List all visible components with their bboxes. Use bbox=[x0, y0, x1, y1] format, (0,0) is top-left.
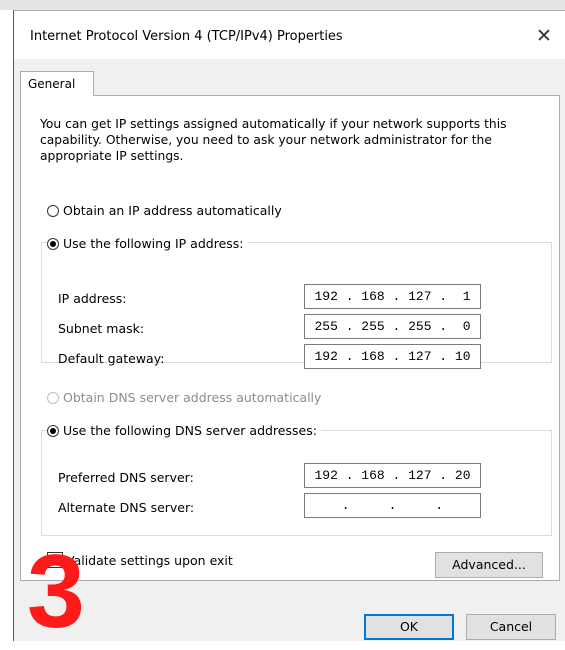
step-number-overlay: 3 bbox=[27, 534, 85, 650]
dns-server-group: Preferred DNS server: 192 . 168 . 127 . … bbox=[41, 430, 552, 536]
use-following-ip-label: Use the following IP address: bbox=[63, 236, 244, 251]
title-bar[interactable]: Internet Protocol Version 4 (TCP/IPv4) P… bbox=[14, 11, 565, 59]
default-gateway-label: Default gateway: bbox=[58, 351, 165, 366]
preferred-dns-field[interactable]: 192 . 168 . 127 . 20 bbox=[304, 463, 481, 488]
general-tab-panel: You can get IP settings assigned automat… bbox=[20, 95, 560, 581]
validate-settings-label: Validate settings upon exit bbox=[66, 552, 233, 568]
properties-dialog: Internet Protocol Version 4 (TCP/IPv4) P… bbox=[13, 10, 565, 641]
cancel-button[interactable]: Cancel bbox=[466, 614, 556, 640]
background-strip bbox=[0, 0, 565, 10]
close-icon[interactable]: ✕ bbox=[531, 21, 557, 51]
obtain-ip-auto-radio[interactable]: Obtain an IP address automatically bbox=[47, 203, 282, 218]
advanced-button[interactable]: Advanced... bbox=[435, 552, 543, 578]
alternate-dns-label: Alternate DNS server: bbox=[58, 500, 195, 515]
use-following-dns-label: Use the following DNS server addresses: bbox=[63, 423, 317, 438]
alternate-dns-field[interactable]: . . . bbox=[304, 493, 481, 518]
subnet-mask-label: Subnet mask: bbox=[58, 321, 145, 336]
ip-address-field[interactable]: 192 . 168 . 127 . 1 bbox=[304, 284, 481, 309]
preferred-dns-label: Preferred DNS server: bbox=[58, 470, 194, 485]
use-following-ip-radio[interactable]: Use the following IP address: bbox=[47, 236, 248, 251]
dialog-client-area: General You can get IP settings assigned… bbox=[14, 59, 565, 641]
window-title: Internet Protocol Version 4 (TCP/IPv4) P… bbox=[30, 29, 343, 44]
tab-general[interactable]: General bbox=[20, 71, 94, 96]
obtain-dns-auto-radio[interactable]: Obtain DNS server address automatically bbox=[47, 390, 321, 405]
ip-address-group: IP address: 192 . 168 . 127 . 1 Subnet m… bbox=[41, 242, 552, 369]
description-text: You can get IP settings assigned automat… bbox=[40, 117, 507, 163]
radio-circle-selected bbox=[47, 424, 59, 437]
ip-address-label: IP address: bbox=[58, 291, 127, 306]
use-following-dns-radio[interactable]: Use the following DNS server addresses: bbox=[47, 423, 321, 438]
radio-circle bbox=[47, 391, 59, 404]
obtain-ip-auto-label: Obtain an IP address automatically bbox=[63, 203, 282, 218]
radio-circle-selected bbox=[47, 237, 59, 250]
obtain-dns-auto-label: Obtain DNS server address automatically bbox=[63, 390, 322, 405]
ok-button[interactable]: OK bbox=[364, 614, 454, 640]
radio-circle bbox=[47, 204, 59, 217]
subnet-mask-field[interactable]: 255 . 255 . 255 . 0 bbox=[304, 314, 481, 339]
default-gateway-field[interactable]: 192 . 168 . 127 . 10 bbox=[304, 344, 481, 369]
